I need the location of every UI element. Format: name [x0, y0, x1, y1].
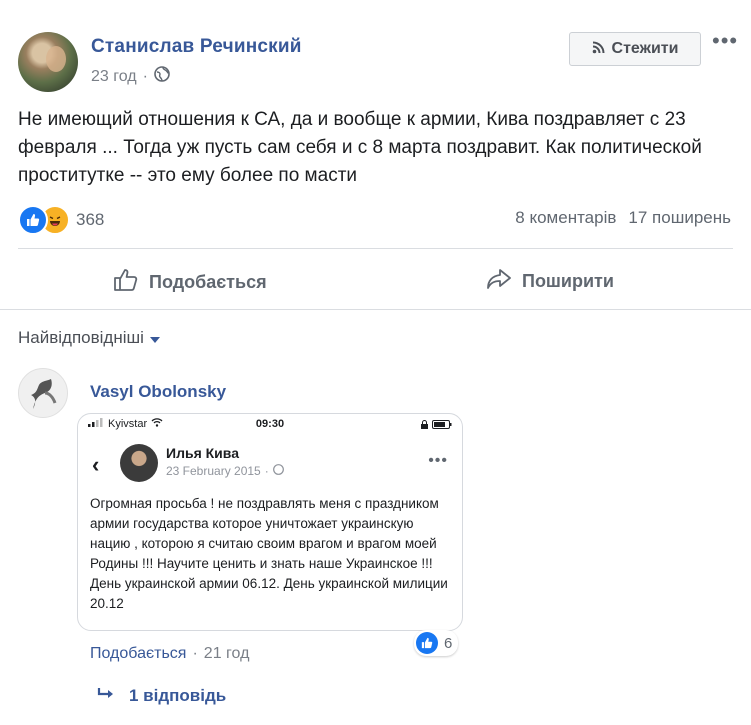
battery-icon: [432, 420, 452, 432]
comment-author-name[interactable]: Vasyl Obolonsky: [90, 382, 226, 402]
share-button[interactable]: Поширити: [486, 268, 614, 295]
globe-icon: [272, 464, 284, 478]
comment-time[interactable]: 21 год: [204, 645, 250, 663]
divider: [0, 309, 751, 310]
caret-down-icon: [149, 328, 160, 348]
like-button[interactable]: Подобається: [113, 268, 267, 297]
comment-reactions[interactable]: 6: [414, 630, 459, 656]
comment-sort-dropdown[interactable]: Найвідповідніші: [18, 328, 160, 348]
sort-label: Найвідповідніші: [18, 328, 144, 347]
more-options-icon[interactable]: •••: [712, 30, 738, 52]
post-text: Не имеющий отношения к СА, да и вообще к…: [18, 109, 702, 186]
comment-actions: Подобається · 21 год: [90, 645, 249, 663]
thumb-up-outline-icon: [113, 268, 139, 297]
screenshot-author: Илья Кива: [166, 445, 239, 461]
phone-status-bar: Kyivstar 09:30: [78, 418, 462, 432]
post-author-name[interactable]: Станислав Речинский: [91, 36, 302, 58]
commenter-avatar[interactable]: [18, 368, 68, 418]
reply-arrow-icon: [97, 686, 115, 706]
author-avatar[interactable]: [18, 32, 78, 92]
phone-clock: 09:30: [255, 418, 285, 430]
screenshot-avatar: [120, 444, 158, 482]
post-stats: 8 коментарів 17 поширень: [515, 208, 731, 228]
reaction-count: 368: [76, 210, 105, 229]
lock-rotation-icon: [420, 420, 429, 432]
like-label: Подобається: [149, 272, 267, 292]
screenshot-text: Огромная просьба ! не поздравлять меня с…: [90, 496, 448, 611]
comment-attached-screenshot[interactable]: Kyivstar 09:30 ‹ Илья Кива 23 February 2…: [77, 413, 463, 631]
share-arrow-icon: [486, 268, 512, 295]
like-icon: [416, 632, 438, 654]
replies-label: 1 відповідь: [129, 686, 227, 705]
comment-separator: ·: [192, 645, 198, 662]
shares-count[interactable]: 17 поширень: [628, 208, 731, 228]
divider: [18, 248, 733, 249]
share-label: Поширити: [522, 271, 614, 291]
like-icon: [18, 205, 48, 235]
reactions-summary[interactable]: 368: [18, 205, 104, 235]
post-time[interactable]: 23 год: [91, 68, 137, 86]
rss-icon: [592, 40, 606, 59]
follow-label: Стежити: [611, 40, 679, 57]
back-chevron-icon: ‹: [92, 452, 100, 477]
globe-icon: [154, 66, 170, 87]
comment-like-button[interactable]: Подобається: [90, 645, 186, 663]
view-replies-link[interactable]: 1 відповідь: [97, 686, 226, 706]
comment-like-count: 6: [444, 634, 453, 652]
follow-button[interactable]: Стежити: [569, 32, 701, 66]
screenshot-date: 23 February 2015: [166, 464, 261, 478]
more-options-icon: •••: [428, 452, 448, 469]
post-meta: 23 год ·: [91, 66, 170, 87]
comments-count[interactable]: 8 коментарів: [515, 208, 616, 228]
